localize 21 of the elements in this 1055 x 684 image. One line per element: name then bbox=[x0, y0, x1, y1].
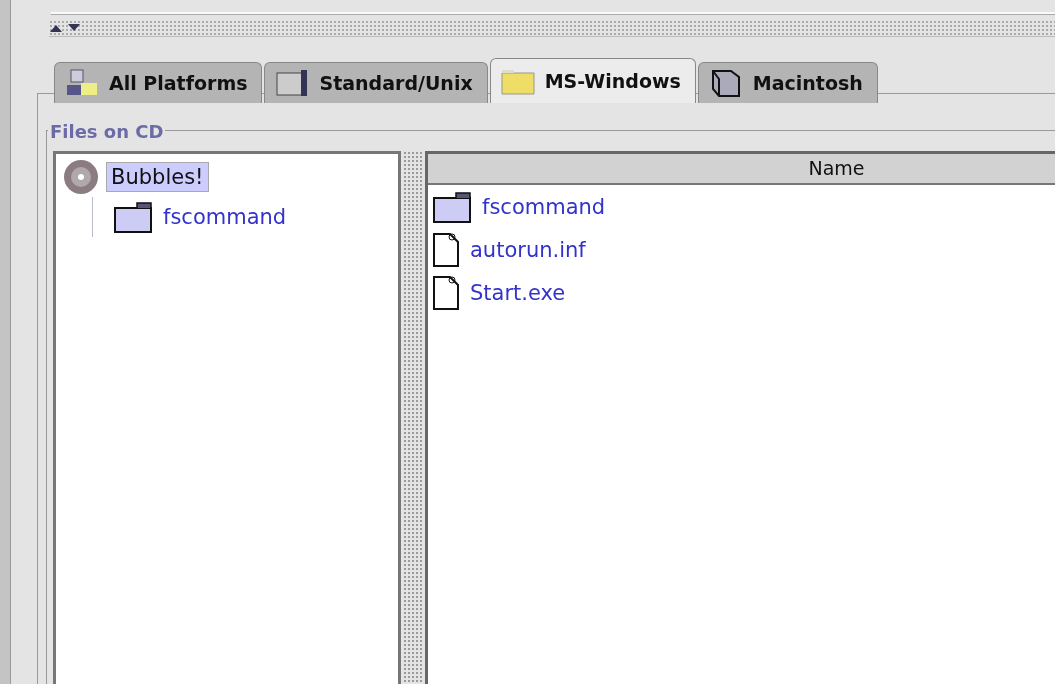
folder-icon bbox=[113, 200, 153, 234]
folder-icon bbox=[500, 67, 535, 95]
column-header[interactable]: Name bbox=[428, 154, 1055, 183]
disc-icon bbox=[62, 158, 100, 196]
tab[interactable]: All Platforms bbox=[54, 62, 263, 103]
down-arrow-icon[interactable] bbox=[67, 23, 81, 33]
folder-icon bbox=[432, 189, 472, 224]
file-name[interactable]: autorun.inf bbox=[470, 237, 586, 262]
document-icon bbox=[432, 274, 460, 311]
tab[interactable]: Standard/Unix bbox=[264, 62, 488, 103]
document-icon bbox=[432, 231, 460, 268]
tree-item[interactable]: Bubbles! bbox=[106, 162, 209, 192]
tab[interactable]: Macintosh bbox=[697, 62, 878, 103]
tab[interactable]: MS-Windows bbox=[489, 58, 696, 103]
split-handle[interactable] bbox=[403, 151, 423, 684]
file-name[interactable]: Start.exe bbox=[470, 280, 566, 305]
window-icon bbox=[275, 69, 310, 97]
file-name[interactable]: fscommand bbox=[482, 194, 606, 219]
up-arrow-icon[interactable] bbox=[49, 23, 63, 33]
computer-folder-icon bbox=[65, 69, 99, 97]
tree-item[interactable]: fscommand bbox=[159, 203, 291, 231]
